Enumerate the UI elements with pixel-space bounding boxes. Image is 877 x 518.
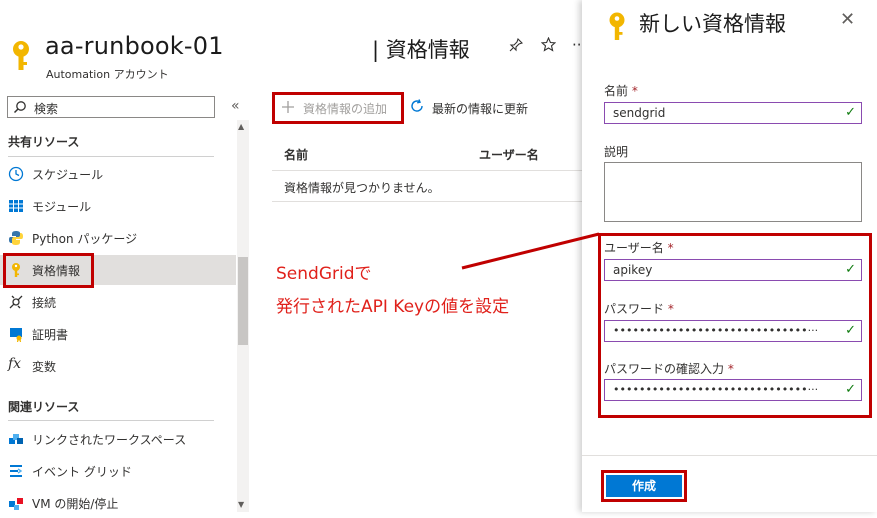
annotation-arrow [461, 232, 600, 270]
